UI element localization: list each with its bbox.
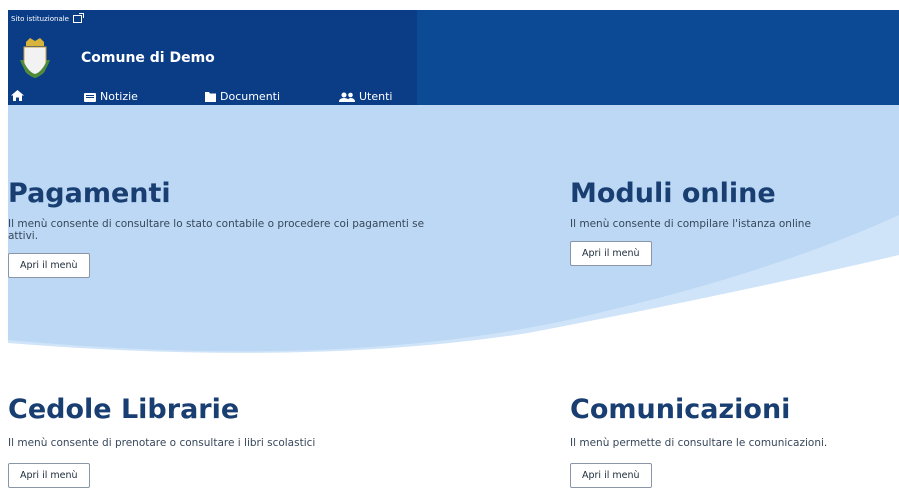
folder-icon [205, 92, 216, 102]
card-title: Moduli online [570, 178, 776, 209]
nav-utenti[interactable]: Utenti [339, 90, 392, 103]
nav-utenti-label: Utenti [359, 90, 393, 103]
open-menu-button[interactable]: Apri il menù [8, 253, 90, 278]
nav-notizie-label: Notizie [100, 90, 138, 103]
newspaper-icon [84, 92, 96, 102]
institutional-link[interactable]: Sito istituzionale [11, 13, 84, 23]
nav-notizie[interactable]: Notizie [84, 90, 138, 103]
open-menu-button[interactable]: Apri il menù [570, 241, 652, 266]
card-description: Il menù consente di prenotare o consulta… [8, 437, 316, 449]
nav-documenti-label: Documenti [220, 90, 281, 103]
card-comunicazioni: Comunicazioni Il menù permette di consul… [570, 394, 890, 488]
card-description: Il menù consente di consultare lo stato … [8, 218, 425, 242]
card-title: Cedole Librarie [8, 394, 240, 425]
home-icon [11, 90, 24, 101]
card-moduli-online: Moduli online Il menù consente di compil… [570, 178, 890, 266]
brand-name[interactable]: Comune di Demo [81, 50, 215, 66]
card-title: Pagamenti [8, 178, 171, 209]
external-link-icon [72, 13, 84, 23]
main-nav: Notizie Documenti Utenti [8, 88, 417, 106]
open-menu-button[interactable]: Apri il menù [8, 463, 90, 488]
card-title: Comunicazioni [570, 394, 791, 425]
open-menu-button[interactable]: Apri il menù [570, 463, 652, 488]
card-description: Il menù consente di compilare l'istanza … [570, 218, 811, 230]
institutional-link-label[interactable]: Sito istituzionale [11, 15, 69, 23]
header-brand-panel: Sito istituzionale Comune di Demo Notizi… [8, 10, 417, 105]
nav-documenti[interactable]: Documenti [205, 90, 280, 103]
nav-home[interactable] [11, 90, 28, 101]
card-description: Il menù permette di consultare le comuni… [570, 437, 828, 449]
users-icon [339, 92, 355, 102]
municipal-crest-icon [20, 38, 50, 78]
card-pagamenti: Pagamenti Il menù consente di consultare… [8, 178, 448, 278]
card-cedole-librarie: Cedole Librarie Il menù consente di pren… [8, 394, 448, 488]
site-header: Sito istituzionale Comune di Demo Notizi… [8, 10, 899, 105]
